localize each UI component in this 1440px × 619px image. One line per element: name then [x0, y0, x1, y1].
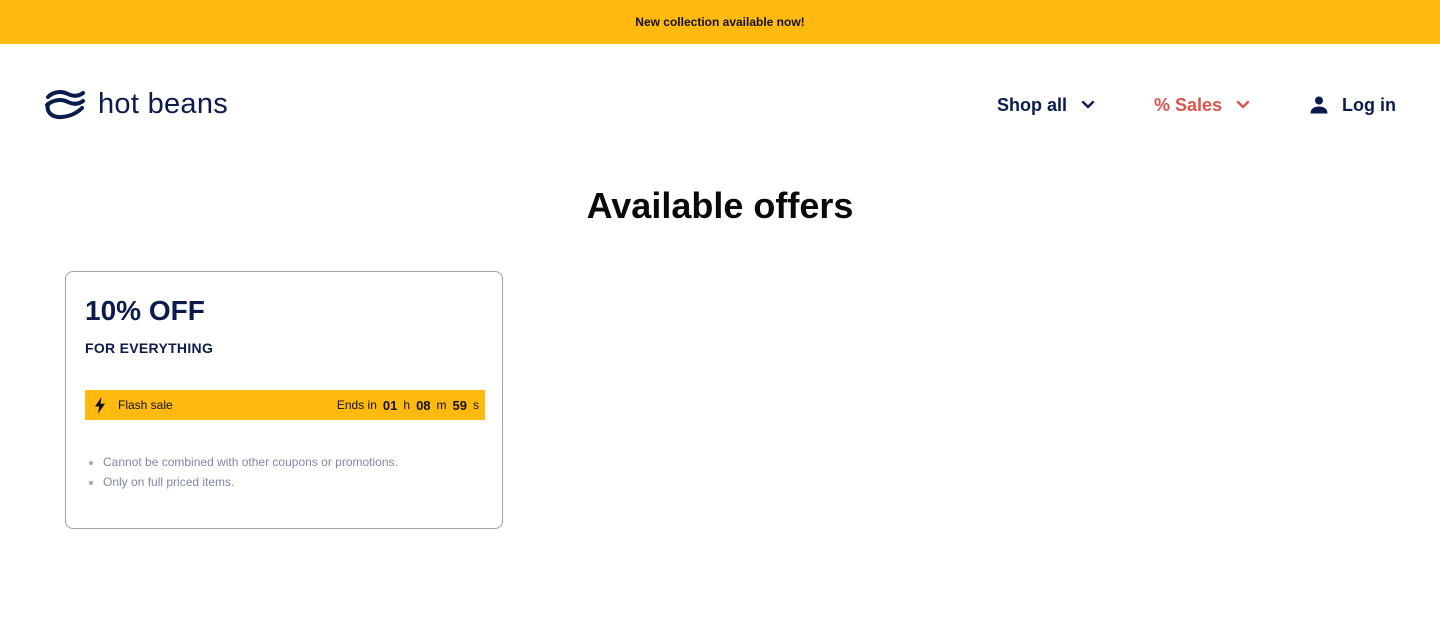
countdown-seconds: 59	[452, 397, 467, 413]
offer-term: Only on full priced items.	[103, 472, 398, 492]
nav-sales-label: % Sales	[1154, 94, 1223, 115]
countdown-seconds-unit: s	[473, 398, 479, 412]
waves-logo-icon	[45, 90, 85, 120]
flash-sale-banner: Flash sale Ends in 01 h 08 m 59 s	[85, 390, 485, 420]
lightning-bolt-icon	[95, 396, 105, 414]
countdown-minutes: 08	[416, 397, 431, 413]
user-icon	[1310, 96, 1328, 114]
countdown-hours-unit: h	[403, 398, 411, 412]
nav-shop-all[interactable]: Shop all	[997, 91, 1095, 119]
offer-card[interactable]: 10% OFF FOR EVERYTHING Flash sale Ends i…	[65, 271, 503, 529]
logo-text: hot beans	[98, 88, 229, 120]
login-label: Log in	[1342, 94, 1396, 115]
announcement-text: New collection available now!	[635, 15, 805, 29]
login-link[interactable]: Log in	[1309, 91, 1396, 119]
nav-shop-all-label: Shop all	[997, 94, 1068, 115]
chevron-down-icon	[1081, 100, 1095, 109]
offer-scope: FOR EVERYTHING	[85, 340, 214, 356]
announcement-bar: New collection available now!	[0, 0, 1440, 44]
logo[interactable]: hot beans	[44, 88, 228, 120]
offer-amount: 10% OFF	[85, 295, 205, 326]
chevron-down-icon	[1236, 100, 1250, 109]
page-title: Available offers	[586, 185, 854, 226]
nav-sales[interactable]: % Sales	[1154, 91, 1250, 119]
offer-terms-list: Cannot be combined with other coupons or…	[85, 452, 398, 492]
offer-term: Cannot be combined with other coupons or…	[103, 452, 398, 472]
countdown-timer: Ends in 01 h 08 m 59 s	[337, 398, 479, 413]
flash-sale-label: Flash sale	[118, 398, 173, 412]
countdown-prefix: Ends in	[336, 398, 377, 412]
site-header: hot beans Shop all % Sales Log in	[0, 44, 1440, 164]
countdown-hours: 01	[382, 397, 398, 413]
countdown-minutes-unit: m	[436, 398, 447, 412]
